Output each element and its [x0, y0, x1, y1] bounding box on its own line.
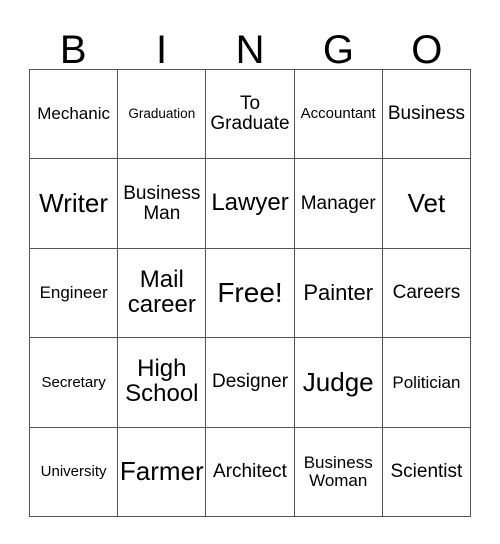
bingo-cell[interactable]: To Graduate [206, 70, 295, 160]
bingo-cell-label: Business Man [123, 182, 201, 224]
bingo-row: Engineer Mail career Free! Painter Caree… [30, 248, 472, 339]
header-cell-b: B [29, 8, 117, 72]
bingo-card: B I N G O Mechanic Graduation To Graduat… [29, 8, 472, 517]
header-letter-n: N [235, 28, 265, 72]
bingo-cell-label: Painter [303, 279, 374, 305]
bingo-cell-label: Scientist [390, 460, 463, 482]
header-cell-n: N [206, 8, 294, 72]
bingo-cell[interactable]: Engineer [30, 248, 119, 339]
bingo-grid: Mechanic Graduation To Graduate Accounta… [29, 69, 472, 517]
header-cell-o: O [383, 8, 471, 72]
bingo-cell[interactable]: University [30, 427, 119, 517]
bingo-cell[interactable]: Secretary [30, 338, 119, 428]
bingo-cell[interactable]: Painter [294, 248, 383, 339]
header-letter-i: I [156, 28, 168, 72]
bingo-cell-label: To Graduate [210, 93, 290, 135]
bingo-cell[interactable]: Architect [206, 427, 295, 517]
bingo-cell-label: Lawyer [211, 189, 289, 217]
bingo-cell-label: Writer [39, 188, 109, 219]
bingo-cell-label: Farmer [119, 456, 204, 487]
bingo-cell-label: High School [125, 355, 199, 408]
bingo-cell[interactable]: Writer [30, 159, 119, 249]
bingo-cell[interactable]: Mechanic [30, 70, 119, 160]
header-cell-g: G [294, 8, 382, 72]
bingo-cell-label: Business Woman [303, 453, 373, 490]
bingo-cell[interactable]: Business Woman [294, 427, 383, 517]
bingo-cell[interactable]: Scientist [382, 427, 472, 517]
bingo-cell-label: Architect [213, 460, 287, 482]
bingo-cell-label: Mechanic [37, 104, 110, 124]
bingo-cell[interactable]: Accountant [294, 70, 383, 160]
bingo-row: Writer Business Man Lawyer Manager Vet [30, 159, 472, 249]
bingo-cell-label: Vet [407, 188, 446, 219]
bingo-cell[interactable]: Judge [294, 338, 383, 428]
bingo-cell-free[interactable]: Free! [206, 248, 295, 339]
bingo-cell-label: Graduation [128, 106, 196, 122]
bingo-cell-label: Politician [392, 372, 461, 392]
bingo-cell[interactable]: Careers [382, 248, 472, 339]
header-letter-b: B [59, 28, 87, 72]
bingo-cell[interactable]: Business [382, 70, 472, 160]
bingo-cell-label: Engineer [39, 283, 108, 303]
bingo-cell[interactable]: Lawyer [206, 159, 295, 249]
bingo-cell[interactable]: Designer [206, 338, 295, 428]
bingo-cell-label: Free! [217, 277, 283, 309]
bingo-row: University Farmer Architect Business Wom… [30, 427, 472, 517]
bingo-header: B I N G O [29, 8, 471, 72]
bingo-row: Secretary High School Designer Judge Pol… [30, 338, 472, 428]
header-letter-o: O [411, 28, 443, 72]
bingo-cell-label: University [40, 462, 107, 480]
bingo-cell[interactable]: Farmer [118, 427, 207, 517]
bingo-row: Mechanic Graduation To Graduate Accounta… [30, 70, 472, 160]
bingo-cell-label: Business [387, 103, 465, 125]
bingo-cell-label: Manager [300, 192, 376, 214]
bingo-cell-label: Mail career [127, 266, 196, 318]
header-letter-g: G [322, 28, 354, 72]
bingo-cell-label: Careers [392, 282, 461, 304]
bingo-cell-label: Secretary [41, 373, 106, 391]
bingo-cell[interactable]: Business Man [118, 159, 207, 249]
bingo-cell[interactable]: Politician [382, 338, 472, 428]
bingo-cell[interactable]: High School [118, 338, 207, 428]
bingo-cell-label: Judge [302, 366, 374, 397]
bingo-cell[interactable]: Graduation [118, 70, 207, 160]
bingo-cell[interactable]: Mail career [118, 248, 207, 339]
header-cell-i: I [117, 8, 205, 72]
bingo-cell-label: Accountant [300, 105, 376, 123]
bingo-cell[interactable]: Vet [382, 159, 472, 249]
bingo-cell-label: Designer [211, 371, 289, 393]
bingo-cell[interactable]: Manager [294, 159, 383, 249]
